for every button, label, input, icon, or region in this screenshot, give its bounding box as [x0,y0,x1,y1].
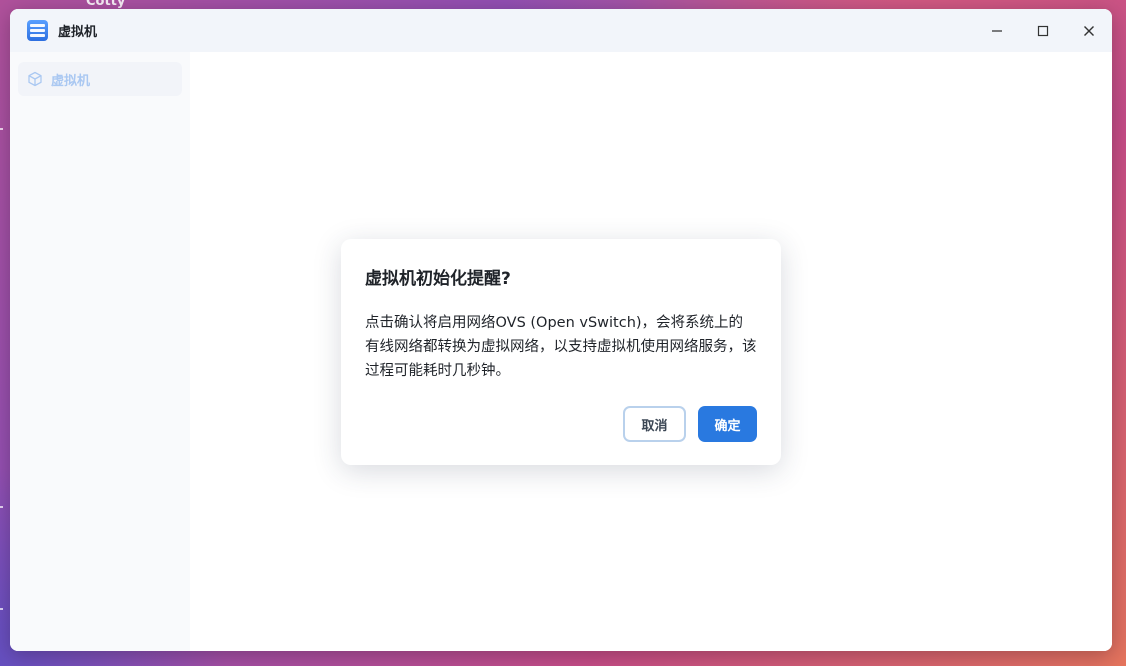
close-icon [1084,25,1094,36]
init-confirm-dialog: 虚拟机初始化提醒? 点击确认将启用网络OVS (Open vSwitch)，会将… [341,239,781,465]
desktop-edge-mark [0,506,3,508]
confirm-button[interactable]: 确定 [698,406,757,442]
sidebar-item-vm[interactable]: 虚拟机 [18,62,182,96]
window-controls [974,9,1112,52]
dialog-message: 点击确认将启用网络OVS (Open vSwitch)，会将系统上的有线网络都转… [365,315,757,379]
desktop-edge-mark [0,608,3,610]
cancel-button[interactable]: 取消 [623,406,686,442]
desktop-edge-mark [0,128,3,130]
app-server-icon [27,20,48,41]
title-bar[interactable]: 虚拟机 [10,9,1112,52]
window-title: 虚拟机 [58,25,98,40]
sidebar-item-label: 虚拟机 [51,73,91,89]
dialog-title: 虚拟机初始化提醒? [365,269,511,289]
app-window: 虚拟机 虚拟机 虚拟机初始化提醒? 点击确认将启用网络OVS (Open vSw… [10,9,1112,651]
desktop-partial-label: Cotty [86,0,126,9]
close-button[interactable] [1066,9,1112,52]
sidebar: 虚拟机 [10,52,190,651]
minimize-icon [992,29,1002,32]
maximize-button[interactable] [1020,9,1066,52]
maximize-icon [1037,25,1049,36]
minimize-button[interactable] [974,9,1020,52]
cube-icon [28,71,42,87]
